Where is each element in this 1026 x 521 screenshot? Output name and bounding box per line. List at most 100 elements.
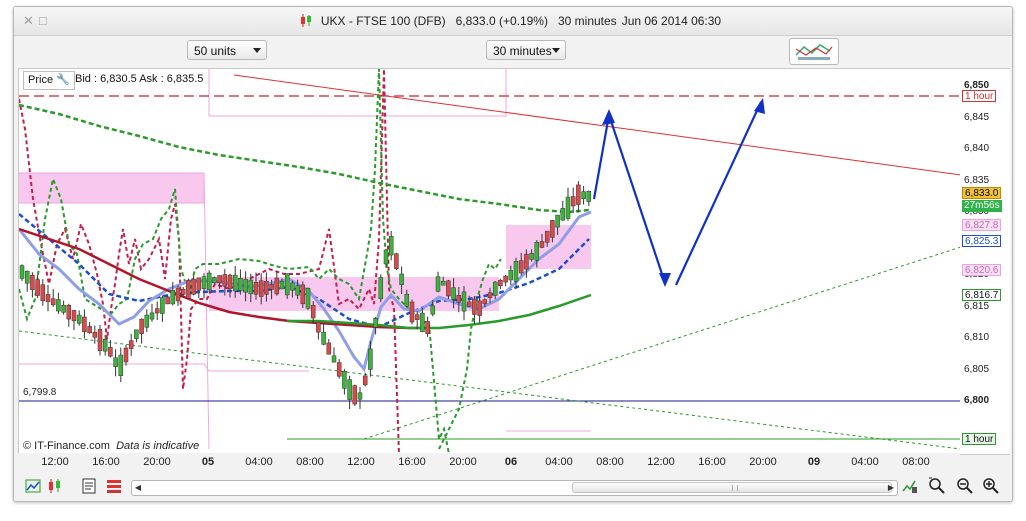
candle [284, 273, 290, 296]
projection-path [675, 101, 762, 286]
candle [191, 278, 196, 295]
zoom-area-icon[interactable] [928, 477, 946, 495]
price-tick: 6,840 [964, 143, 990, 154]
copyright-text: © IT-Finance.com [23, 440, 110, 452]
projection-path [592, 114, 667, 284]
candle [144, 314, 150, 328]
candle [253, 282, 259, 295]
time-scrollbar[interactable]: ◀ ▶ [131, 480, 898, 496]
time-tick: 08:00 [596, 456, 624, 468]
candle [570, 196, 576, 207]
pink-badge-a: 6,827.8 [962, 219, 1002, 231]
candle [40, 284, 46, 302]
candle [139, 318, 144, 334]
price-tick: 6,845 [964, 111, 990, 123]
price-button[interactable]: Price 🔧 [23, 71, 75, 90]
pink-steps [19, 69, 591, 450]
candle [404, 293, 410, 307]
chevron-down-icon [552, 48, 560, 53]
candle [19, 265, 25, 279]
title-bar[interactable]: ✕ □ UKX - FTSE 100 (DFB) 6,833.0 (+0.19%)… [14, 7, 1012, 36]
export-icon[interactable] [80, 477, 98, 495]
candle [342, 370, 347, 389]
time-tick: 12:00 [647, 456, 675, 468]
candle [201, 276, 207, 290]
scroll-left-icon[interactable]: ◀ [132, 481, 144, 495]
candle [425, 321, 430, 335]
zoom-fit-icon[interactable] [901, 477, 919, 495]
candle [154, 308, 160, 314]
candles-icon[interactable] [46, 477, 64, 495]
chart-area[interactable]: Price 🔧 Bid : 6,830.5 Ask : 6,835.5 6,79… [18, 68, 962, 455]
zoom-in-icon[interactable] [982, 477, 1000, 495]
candle [508, 270, 514, 281]
candle [565, 196, 571, 219]
scrollbar-thumb[interactable] [572, 482, 892, 493]
blue-badge: 6,825.3 [962, 235, 1002, 247]
price-chart[interactable] [19, 69, 961, 454]
countdown-badge: 27m56s [962, 200, 1002, 212]
time-axis[interactable]: 12:00 16:00 20:00 05 04:00 08:00 12:00 16:00 20:… [18, 453, 960, 471]
price-tick: 6,810 [964, 332, 990, 343]
candle [513, 260, 519, 282]
candle [331, 355, 337, 363]
drawing-tools-icon [795, 44, 833, 60]
candle [92, 332, 98, 338]
candle [529, 253, 534, 260]
time-tick: 12:00 [41, 456, 69, 468]
time-tick: 16:00 [398, 456, 426, 468]
time-tick: 08:00 [902, 456, 930, 468]
candle [170, 290, 176, 305]
indicators-icon[interactable] [105, 477, 123, 495]
candle [336, 362, 342, 377]
price-axis[interactable]: 6,8506,8456,8406,8356,8306,8256,8206,815… [960, 68, 1010, 455]
candle [435, 276, 441, 292]
candle [477, 300, 482, 316]
zoom-out-icon[interactable] [956, 477, 974, 495]
candle [487, 292, 493, 299]
toolbar: 50 units 30 minutes [14, 36, 1012, 69]
candle [482, 299, 488, 305]
candle [321, 331, 326, 345]
candle [232, 274, 238, 292]
arrow-head [659, 273, 671, 287]
candle [274, 277, 280, 295]
candle [440, 280, 446, 286]
candle [524, 253, 529, 270]
candlestick-icon [300, 14, 311, 27]
time-tick: 08:00 [296, 456, 324, 468]
title-price: 6,833.0 (+0.19%) [455, 14, 548, 28]
price-tick: 6,835 [964, 174, 990, 186]
time-tick: 20:00 [749, 456, 777, 468]
interval-select[interactable]: 30 minutes [486, 40, 566, 60]
candle [24, 270, 30, 284]
candle [586, 191, 592, 202]
drawing-tools-button[interactable] [789, 38, 839, 65]
grip-icon [732, 485, 738, 491]
candle [539, 241, 545, 248]
copyright: © IT-Finance.com Data is indicative [23, 440, 199, 452]
candle [35, 279, 40, 296]
candle [123, 347, 129, 363]
candle [269, 284, 274, 290]
chart-type-icon[interactable] [24, 477, 42, 495]
candle [212, 277, 217, 284]
title-interval: 30 minutes [557, 14, 617, 28]
time-tick: 16:00 [92, 456, 120, 468]
candle [71, 310, 77, 322]
price-button-label: Price [28, 74, 54, 86]
scroll-right-icon[interactable]: ▶ [885, 481, 897, 495]
candle [362, 375, 368, 386]
candle [66, 305, 72, 320]
candle [108, 347, 113, 357]
units-select[interactable]: 50 units [187, 40, 267, 60]
candle [50, 298, 56, 306]
candle [378, 277, 384, 300]
candle [61, 304, 66, 313]
hour-badge-top: 1 hour [962, 90, 997, 102]
candle [503, 275, 508, 283]
candle [30, 274, 35, 290]
candle [149, 312, 155, 320]
candle [295, 285, 300, 296]
candle [347, 379, 352, 400]
